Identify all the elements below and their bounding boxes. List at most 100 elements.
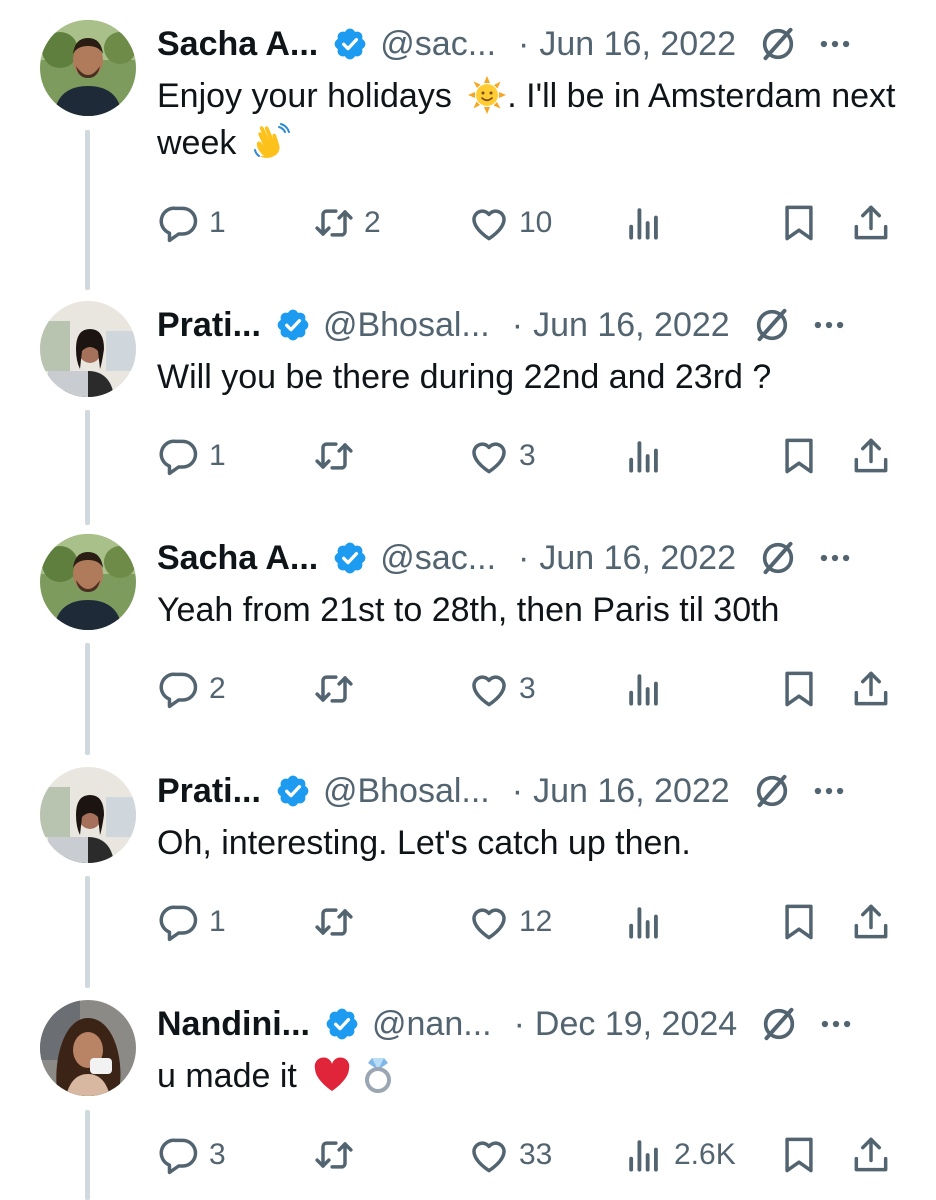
tweet-date[interactable]: Jun 16, 2022	[539, 20, 736, 68]
like-button[interactable]: 33	[467, 1130, 552, 1180]
repost-button[interactable]	[312, 664, 364, 714]
reply-button[interactable]: 1	[157, 897, 226, 947]
verified-badge-icon	[332, 540, 368, 576]
like-icon	[467, 900, 511, 944]
avatar[interactable]	[40, 1000, 136, 1096]
separator: ·	[511, 306, 524, 344]
more-icon[interactable]	[810, 306, 848, 344]
bookmark-button[interactable]	[777, 431, 821, 481]
grok-icon[interactable]	[758, 538, 798, 578]
verified-badge-icon	[332, 26, 368, 62]
author-handle[interactable]: @Bhosal...	[323, 767, 490, 815]
views-icon	[622, 1133, 666, 1177]
grok-icon[interactable]	[752, 771, 792, 811]
tweet-date[interactable]: Jun 16, 2022	[533, 301, 730, 349]
repost-icon	[312, 1133, 356, 1177]
like-button[interactable]: 12	[467, 897, 552, 947]
grok-icon[interactable]	[758, 24, 798, 64]
tweet-header: Sacha A... @sac... · Jun 16, 2022	[157, 20, 896, 68]
share-button[interactable]	[849, 897, 893, 947]
share-button[interactable]	[849, 1130, 893, 1180]
repost-button[interactable]	[312, 431, 364, 481]
tweet-actions: 3 33 2.6K	[157, 1130, 896, 1180]
author-name[interactable]: Nandini...	[157, 1000, 310, 1048]
view-count: 2.6K	[674, 1138, 736, 1171]
views-button[interactable]: 2.6K	[622, 1130, 736, 1180]
bookmark-button[interactable]	[777, 664, 821, 714]
bookmark-icon	[777, 434, 821, 478]
reply-button[interactable]: 3	[157, 1130, 226, 1180]
reply-button[interactable]: 2	[157, 664, 226, 714]
verified-badge-icon	[275, 307, 311, 343]
sun-with-face-emoji-icon	[467, 75, 507, 115]
waving-hand-emoji-icon	[252, 122, 292, 162]
grok-icon[interactable]	[759, 1004, 799, 1044]
like-button[interactable]: 3	[467, 664, 536, 714]
author-name[interactable]: Sacha A...	[157, 20, 318, 68]
author-handle[interactable]: @Bhosal...	[323, 301, 490, 349]
share-icon	[849, 900, 893, 944]
repost-button[interactable]: 2	[312, 198, 381, 248]
tweet[interactable]: Sacha A... @sac... · Jun 16, 2022 Yeah f…	[0, 514, 936, 747]
tweet[interactable]: Prati... @Bhosal... · Jun 16, 2022 Oh, i…	[0, 747, 936, 980]
like-icon	[467, 1133, 511, 1177]
avatar[interactable]	[40, 534, 136, 630]
reply-count: 1	[209, 206, 226, 239]
ring-emoji-icon	[358, 1055, 398, 1095]
share-button[interactable]	[849, 198, 893, 248]
repost-icon	[312, 900, 356, 944]
repost-icon	[312, 434, 356, 478]
views-button[interactable]	[622, 664, 674, 714]
bookmark-icon	[777, 667, 821, 711]
author-handle[interactable]: @sac...	[380, 534, 496, 582]
separator: ·	[511, 772, 524, 810]
like-count: 3	[519, 672, 536, 705]
separator: ·	[518, 539, 530, 577]
share-icon	[849, 667, 893, 711]
tweet[interactable]: Prati... @Bhosal... · Jun 16, 2022 Will …	[0, 281, 936, 514]
repost-button[interactable]	[312, 1130, 364, 1180]
more-icon[interactable]	[817, 1005, 855, 1043]
red-heart-emoji-icon	[312, 1055, 352, 1095]
like-button[interactable]: 10	[467, 198, 552, 248]
avatar[interactable]	[40, 767, 136, 863]
author-name[interactable]: Prati...	[157, 767, 261, 815]
tweet[interactable]: Sacha A... @sac... · Jun 16, 2022 Enjoy …	[0, 0, 936, 280]
tweet-header: Prati... @Bhosal... · Jun 16, 2022	[157, 767, 896, 815]
bookmark-button[interactable]	[777, 897, 821, 947]
share-button[interactable]	[849, 664, 893, 714]
author-handle[interactable]: @nan...	[372, 1000, 492, 1048]
repost-button[interactable]	[312, 897, 364, 947]
author-handle[interactable]: @sac...	[380, 20, 496, 68]
more-icon[interactable]	[810, 772, 848, 810]
like-count: 12	[519, 905, 553, 938]
tweet-date[interactable]: Jun 16, 2022	[533, 767, 730, 815]
views-button[interactable]	[622, 198, 674, 248]
avatar[interactable]	[40, 20, 136, 116]
share-button[interactable]	[849, 431, 893, 481]
more-icon[interactable]	[816, 539, 854, 577]
tweet-date[interactable]: Jun 16, 2022	[539, 534, 736, 582]
tweet-text: Oh, interesting. Let's catch up then.	[157, 824, 691, 862]
tweet-header: Sacha A... @sac... · Jun 16, 2022	[157, 534, 896, 582]
bookmark-button[interactable]	[777, 1130, 821, 1180]
reply-count: 1	[209, 905, 226, 938]
tweet-header: Prati... @Bhosal... · Jun 16, 2022	[157, 301, 896, 349]
tweet[interactable]: Nandini... @nan... · Dec 19, 2024 u made…	[0, 980, 936, 1200]
reply-button[interactable]: 1	[157, 431, 226, 481]
author-name[interactable]: Prati...	[157, 301, 261, 349]
reply-button[interactable]: 1	[157, 198, 226, 248]
tweet-date[interactable]: Dec 19, 2024	[535, 1000, 737, 1048]
avatar[interactable]	[40, 301, 136, 397]
reply-count: 1	[209, 439, 226, 472]
views-button[interactable]	[622, 431, 674, 481]
bookmark-button[interactable]	[777, 198, 821, 248]
views-button[interactable]	[622, 897, 674, 947]
more-icon[interactable]	[816, 25, 854, 63]
grok-icon[interactable]	[752, 305, 792, 345]
reply-icon	[157, 1133, 201, 1177]
like-button[interactable]: 3	[467, 431, 536, 481]
author-name[interactable]: Sacha A...	[157, 534, 318, 582]
avatar-image	[40, 534, 136, 630]
repost-count: 2	[364, 206, 381, 239]
